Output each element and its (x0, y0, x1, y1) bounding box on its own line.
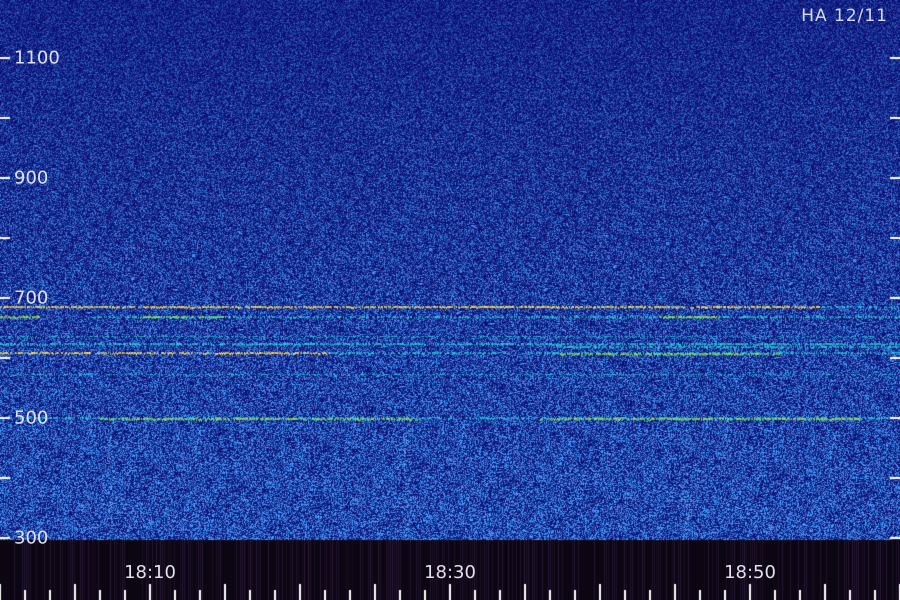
y-tick-label-500: 500 (14, 407, 49, 429)
y-tick-label-900: 900 (14, 167, 49, 189)
y-tick-label-300: 300 (14, 527, 49, 549)
y-tick-label-700: 700 (14, 287, 49, 309)
x-tick-label-1850: 18:50 (724, 562, 776, 583)
station-label: HA 12/11 (801, 6, 888, 26)
spectrogram-display (0, 0, 900, 600)
x-tick-label-1830: 18:30 (424, 562, 476, 583)
y-tick-label-1100: 1100 (14, 47, 60, 69)
x-tick-label-1810: 18:10 (124, 562, 176, 583)
